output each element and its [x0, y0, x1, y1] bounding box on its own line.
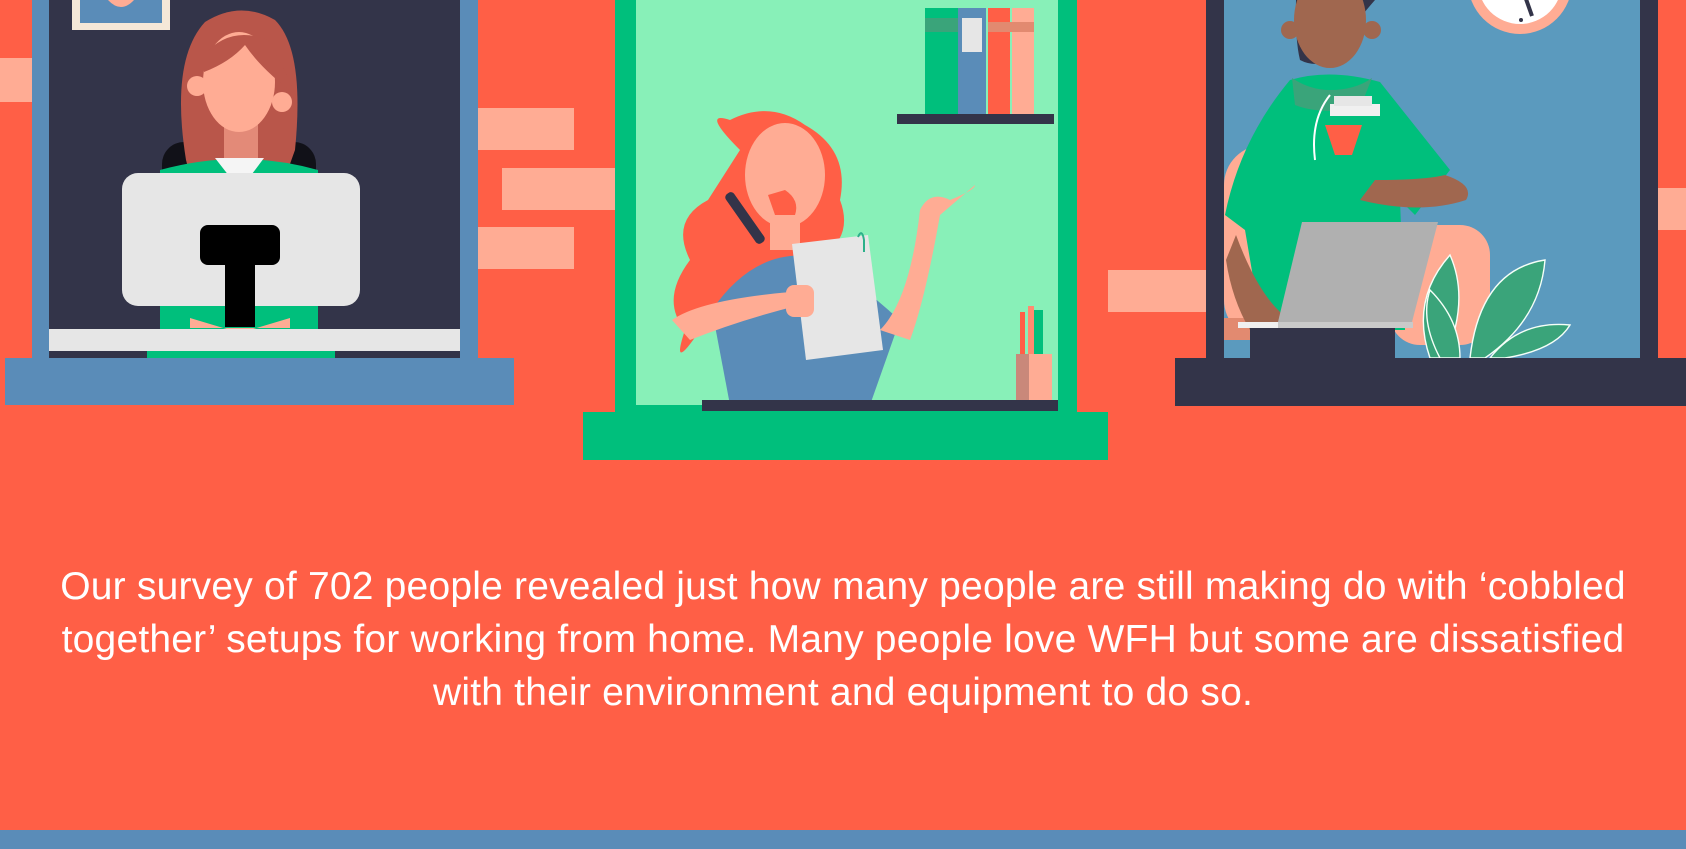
left-window-sill — [5, 358, 514, 405]
center-desk — [702, 400, 1058, 411]
right-window — [1175, 0, 1686, 406]
desk — [49, 329, 460, 351]
right-window-sill — [1175, 358, 1686, 406]
center-window — [583, 0, 1108, 460]
survey-intro-text: Our survey of 702 people revealed just h… — [60, 565, 1626, 714]
illustration-scene — [0, 0, 1686, 470]
wall-picture — [72, 0, 170, 30]
bottom-divider-bar — [0, 830, 1686, 849]
left-window — [5, 0, 514, 405]
center-window-sill — [583, 412, 1108, 460]
